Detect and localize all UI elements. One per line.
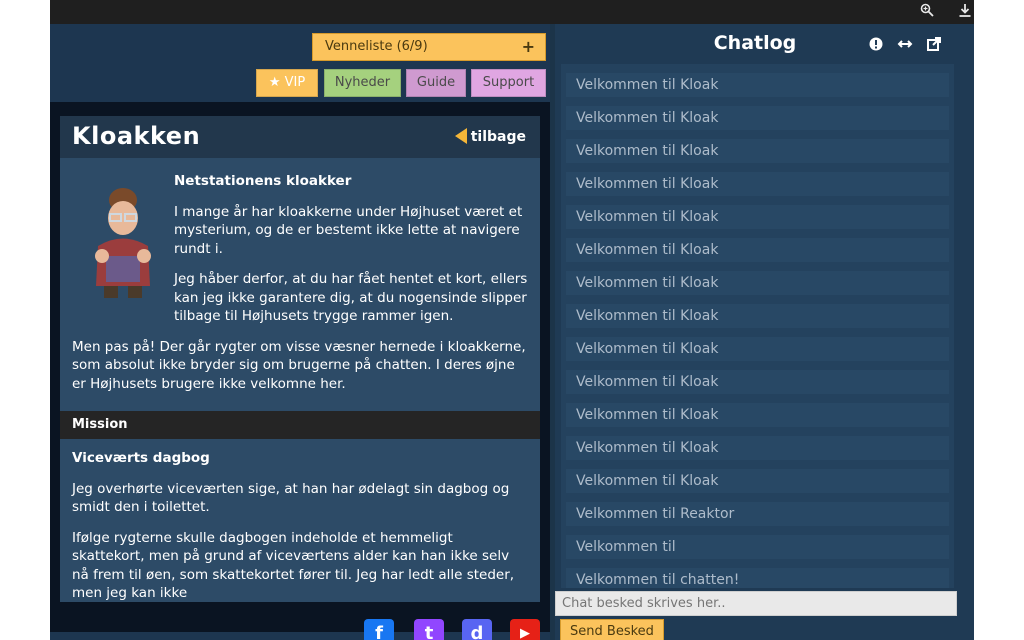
- support-button[interactable]: Support: [471, 69, 546, 97]
- download-icon[interactable]: [956, 3, 974, 21]
- chat-message: Velkommen til Kloak: [566, 139, 949, 163]
- info-icon[interactable]: [868, 37, 884, 55]
- friend-list-button[interactable]: Venneliste (6/9) +: [312, 33, 546, 61]
- resize-icon[interactable]: [897, 37, 913, 55]
- chat-message: Velkommen til Kloak: [566, 469, 949, 493]
- zoom-icon[interactable]: [918, 3, 936, 21]
- janitor-avatar: [95, 188, 151, 298]
- friend-list-label: Venneliste (6/9): [325, 39, 428, 54]
- guide-button[interactable]: Guide: [406, 69, 466, 97]
- browser-toolbar: [50, 0, 974, 24]
- back-label: tilbage: [470, 129, 526, 145]
- chat-toolbar: [860, 36, 942, 55]
- chat-message: Velkommen til Kloak: [566, 73, 949, 97]
- mission-paragraph-1: Jeg overhørte viceværten sige, at han ha…: [72, 480, 510, 516]
- chat-panel: Chatlog Velkommen til Kloak Velkommen ti…: [555, 24, 974, 640]
- panel-header: Kloakken tilbage: [60, 116, 540, 158]
- plus-icon: +: [521, 37, 535, 56]
- intro-heading: Netstationens kloakker: [174, 173, 352, 189]
- back-button[interactable]: tilbage: [454, 128, 526, 145]
- chat-message: Velkommen til Kloak: [566, 436, 949, 460]
- chat-message: Velkommen til chatten!: [566, 568, 949, 588]
- chat-message: Velkommen til Kloak: [566, 106, 949, 130]
- mission-section-header: Mission: [60, 411, 540, 439]
- chat-message: Velkommen til Kloak: [566, 304, 949, 328]
- star-icon: ★: [268, 75, 281, 90]
- intro-paragraph-2: Jeg håber derfor, at du har fået hentet …: [174, 271, 528, 324]
- external-link-icon[interactable]: [926, 37, 942, 55]
- vip-button[interactable]: ★ VIP: [256, 69, 318, 97]
- page-title: Kloakken: [72, 122, 201, 150]
- chat-message: Velkommen til Kloak: [566, 205, 949, 229]
- mission-paragraph-2: Ifølge rygterne skulle dagbogen indehold…: [72, 529, 515, 602]
- youtube-icon[interactable]: ▶: [510, 619, 540, 640]
- send-message-button[interactable]: Send Besked: [560, 619, 664, 640]
- chat-message: Velkommen til Kloak: [566, 271, 949, 295]
- news-button[interactable]: Nyheder: [324, 69, 401, 97]
- back-arrow-icon: [454, 128, 467, 144]
- chat-log[interactable]: Velkommen til Kloak Velkommen til Kloak …: [561, 64, 954, 588]
- vip-label: VIP: [284, 75, 306, 90]
- twitch-icon[interactable]: t: [414, 619, 444, 640]
- discord-icon[interactable]: d: [462, 619, 492, 640]
- chat-message: Velkommen til Kloak: [566, 337, 949, 361]
- warning-paragraph: Men pas på! Der går rygter om visse væsn…: [72, 338, 526, 392]
- mission-heading: Viceværts dagbog: [72, 450, 210, 466]
- intro-paragraph-1: I mange år har kloakkerne under Højhuset…: [174, 203, 523, 257]
- chat-message: Velkommen til Kloak: [566, 403, 949, 427]
- facebook-icon[interactable]: f: [364, 619, 394, 640]
- sewer-panel: Kloakken tilbage Netstationens kloakker …: [60, 116, 540, 602]
- chat-input[interactable]: [555, 591, 957, 616]
- chat-message: Velkommen til: [566, 535, 949, 559]
- chat-message: Velkommen til Kloak: [566, 370, 949, 394]
- app: Venneliste (6/9) + ★ VIP Nyheder Guide S…: [50, 24, 974, 640]
- chat-message: Velkommen til Kloak: [566, 238, 949, 262]
- chat-message: Velkommen til Kloak: [566, 172, 949, 196]
- chat-message: Velkommen til Reaktor: [566, 502, 949, 526]
